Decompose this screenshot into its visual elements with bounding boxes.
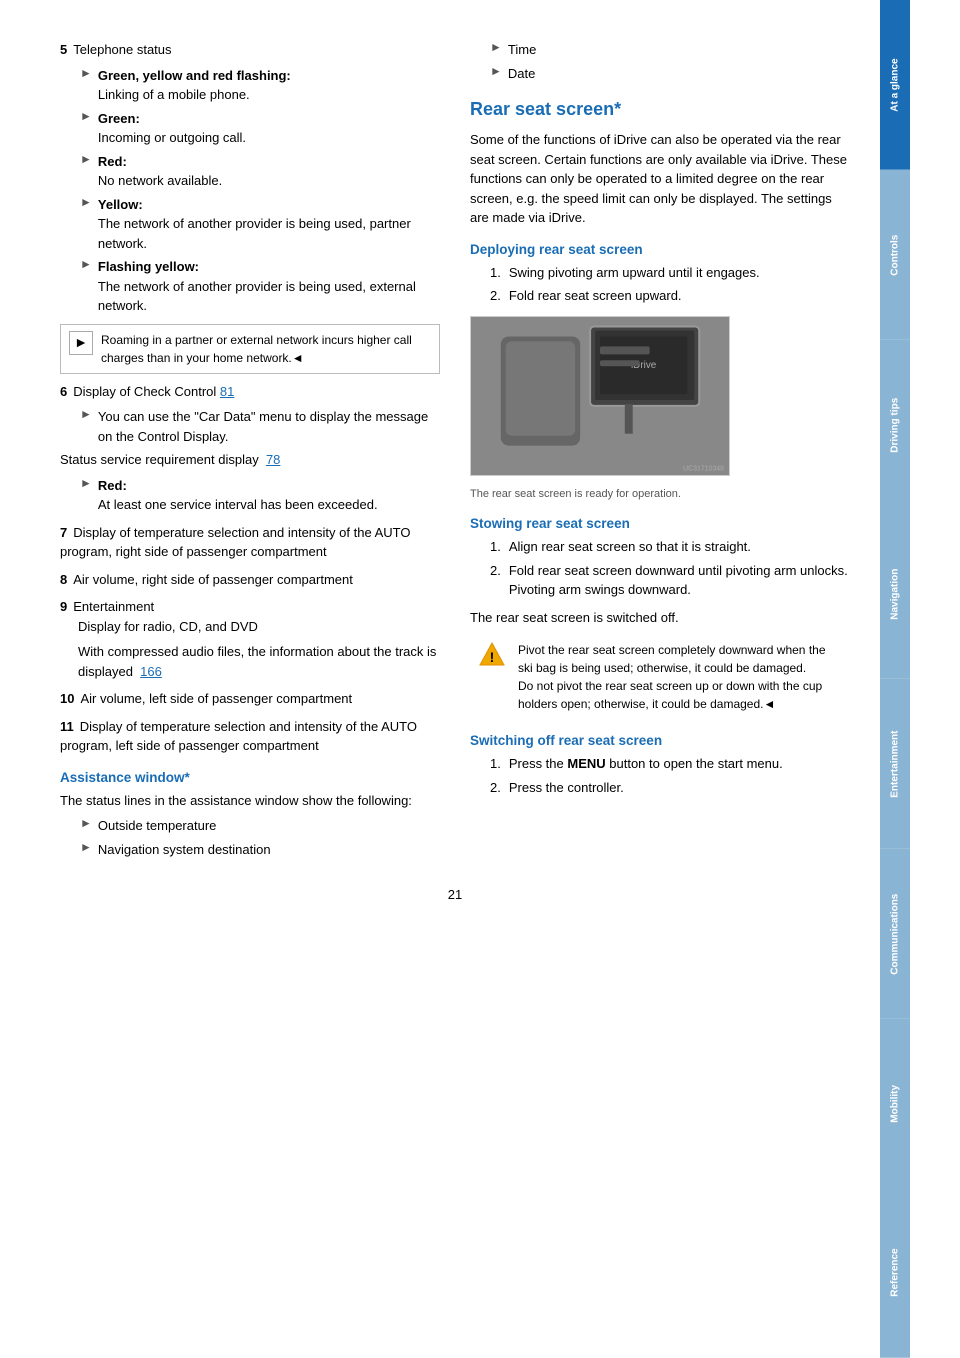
right-column: ► Time ► Date Rear seat screen* Some of … — [470, 40, 850, 867]
bullet-red-service: ► Red:At least one service interval has … — [80, 476, 440, 515]
deploy-step-2: 2. Fold rear seat screen upward. — [490, 286, 850, 306]
sidebar: At a glance Controls Driving tips Naviga… — [880, 0, 910, 1358]
item-7-num: 7 — [60, 525, 67, 540]
deploying-heading: Deploying rear seat screen — [470, 242, 850, 257]
assistance-window-heading: Assistance window* — [60, 770, 440, 785]
page-number: 21 — [60, 887, 850, 902]
bullet-outside-temp: ► Outside temperature — [80, 816, 440, 836]
bullet-arrow-icon: ► — [80, 816, 92, 836]
item-8: 8 Air volume, right side of passenger com… — [60, 570, 440, 590]
sidebar-tabs: At a glance Controls Driving tips Naviga… — [880, 0, 910, 1358]
bullet-car-data: ► You can use the "Car Data" menu to dis… — [80, 407, 440, 446]
bullet-arrow-icon: ► — [80, 476, 92, 515]
bullet-arrow-icon: ► — [80, 66, 92, 105]
bullet-nav-destination: ► Navigation system destination — [80, 840, 440, 860]
item-10-num: 10 — [60, 691, 74, 706]
item-9-num: 9 — [60, 599, 67, 614]
assistance-window-section: Assistance window* The status lines in t… — [60, 770, 440, 860]
stow-step-2: 2. Fold rear seat screen downward until … — [490, 561, 850, 600]
bullet-date: ► Date — [490, 64, 850, 84]
warning-box: ! Pivot the rear seat screen completely … — [470, 635, 850, 719]
item-5-num: 5 — [60, 42, 67, 57]
item-5: 5 Telephone status ► Green, yellow and re… — [60, 40, 440, 374]
warning-triangle-icon: ! — [478, 641, 506, 667]
left-column: 5 Telephone status ► Green, yellow and re… — [60, 40, 440, 867]
switching-off-heading: Switching off rear seat screen — [470, 733, 850, 748]
item-6: 6 Display of Check Control 81 ► You can u… — [60, 382, 440, 515]
sidebar-tab-reference[interactable]: Reference — [880, 1188, 910, 1358]
item-11-text: Display of temperature selection and int… — [60, 719, 417, 754]
note-icon: ► — [69, 331, 93, 355]
stowing-heading: Stowing rear seat screen — [470, 516, 850, 531]
item-5-title: Telephone status — [73, 42, 171, 57]
deploy-step-1: 1. Swing pivoting arm upward until it en… — [490, 263, 850, 283]
svg-text:UC31710348: UC31710348 — [683, 465, 724, 472]
bullet-arrow-icon: ► — [80, 195, 92, 254]
item-6-link[interactable]: 81 — [220, 384, 234, 399]
bullet-arrow-icon: ► — [490, 40, 502, 60]
item-9-extra: With compressed audio files, the informa… — [78, 642, 440, 681]
bullet-time: ► Time — [490, 40, 850, 60]
bullet-arrow-icon: ► — [80, 152, 92, 191]
bullet-arrow-icon: ► — [80, 257, 92, 316]
sidebar-tab-controls[interactable]: Controls — [880, 170, 910, 340]
item-11: 11Display of temperature selection and i… — [60, 717, 440, 756]
menu-label: MENU — [567, 756, 605, 771]
item-9: 9 Entertainment Display for radio, CD, an… — [60, 597, 440, 681]
item-6-title: Display of Check Control — [73, 384, 216, 399]
bullet-arrow-icon: ► — [80, 407, 92, 446]
bullet-green-yellow-red: ► Green, yellow and red flashing:Linking… — [80, 66, 440, 105]
rear-seat-screen-image: iDrive UC31710348 — [470, 316, 730, 476]
bullet-arrow-icon: ► — [490, 64, 502, 84]
warning-text: Pivot the rear seat screen completely do… — [518, 641, 842, 713]
sidebar-tab-at-a-glance[interactable]: At a glance — [880, 0, 910, 170]
roaming-note: ► Roaming in a partner or external netwo… — [60, 324, 440, 374]
bullet-green: ► Green:Incoming or outgoing call. — [80, 109, 440, 148]
item-8-num: 8 — [60, 572, 67, 587]
bullet-arrow-icon: ► — [80, 109, 92, 148]
sidebar-tab-navigation[interactable]: Navigation — [880, 509, 910, 679]
sidebar-tab-communications[interactable]: Communications — [880, 849, 910, 1019]
sidebar-tab-entertainment[interactable]: Entertainment — [880, 679, 910, 849]
page-container: 5 Telephone status ► Green, yellow and re… — [0, 0, 960, 1358]
roaming-note-text: Roaming in a partner or external network… — [101, 331, 431, 367]
bullet-arrow-icon: ► — [80, 840, 92, 860]
sidebar-tab-mobility[interactable]: Mobility — [880, 1019, 910, 1189]
rear-seat-screen-heading: Rear seat screen* — [470, 99, 850, 120]
item-10-text: Air volume, left side of passenger compa… — [80, 691, 352, 706]
image-caption: The rear seat screen is ready for operat… — [470, 486, 850, 503]
item-9-title: Entertainment — [73, 599, 154, 614]
deploying-steps: 1. Swing pivoting arm upward until it en… — [490, 263, 850, 306]
switch-step-1: 1. Press the MENU button to open the sta… — [490, 754, 850, 774]
warning-icon-container: ! — [478, 641, 506, 713]
item-9-link[interactable]: 166 — [140, 664, 162, 679]
two-column-layout: 5 Telephone status ► Green, yellow and re… — [60, 40, 850, 867]
switch-step-2: 2. Press the controller. — [490, 778, 850, 798]
stow-after-steps: The rear seat screen is switched off. — [470, 608, 850, 628]
item-6-num: 6 — [60, 384, 67, 399]
bullet-red: ► Red:No network available. — [80, 152, 440, 191]
item-7-text: Display of temperature selection and int… — [60, 525, 410, 560]
item-9-sub: Display for radio, CD, and DVD — [78, 619, 258, 634]
item-8-text: Air volume, right side of passenger comp… — [73, 572, 353, 587]
svg-text:!: ! — [490, 649, 495, 665]
assistance-window-intro: The status lines in the assistance windo… — [60, 791, 440, 811]
bullet-yellow: ► Yellow:The network of another provider… — [80, 195, 440, 254]
sidebar-tab-driving-tips[interactable]: Driving tips — [880, 340, 910, 510]
status-service-line: Status service requirement display 78 — [60, 450, 440, 470]
main-content: 5 Telephone status ► Green, yellow and re… — [0, 0, 880, 1358]
stow-step-1: 1. Align rear seat screen so that it is … — [490, 537, 850, 557]
switch-off-steps: 1. Press the MENU button to open the sta… — [490, 754, 850, 797]
status-link[interactable]: 78 — [266, 452, 280, 467]
stowing-steps: 1. Align rear seat screen so that it is … — [490, 537, 850, 600]
item-10: 10 Air volume, left side of passenger com… — [60, 689, 440, 709]
item-11-num: 11 — [60, 719, 74, 734]
item-7: 7Display of temperature selection and in… — [60, 523, 440, 562]
bullet-flashing-yellow: ► Flashing yellow:The network of another… — [80, 257, 440, 316]
rear-seat-screen-intro: Some of the functions of iDrive can also… — [470, 130, 850, 228]
rear-seat-svg: iDrive UC31710348 — [471, 316, 729, 476]
